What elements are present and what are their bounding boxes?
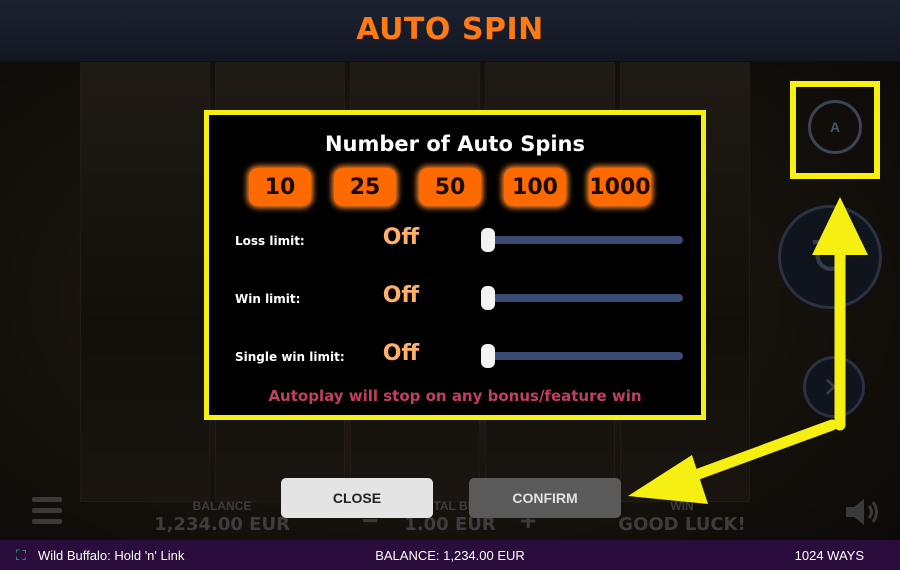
spin-option-1000[interactable]: 1000 <box>589 168 651 206</box>
autoplay-highlight-box <box>790 81 880 179</box>
win-limit-slider-thumb[interactable] <box>481 286 495 310</box>
page-title: AUTO SPIN <box>356 12 544 47</box>
reel-1 <box>80 62 210 502</box>
single-win-limit-label: Single win limit: <box>235 350 345 364</box>
win-limit-label: Win limit: <box>235 292 301 306</box>
autoplay-note: Autoplay will stop on any bonus/feature … <box>268 387 642 405</box>
spin-icon[interactable]: ↻ <box>778 205 882 309</box>
single-win-limit-slider-thumb[interactable] <box>481 344 495 368</box>
loss-limit-slider-thumb[interactable] <box>481 228 495 252</box>
loss-limit-slider-track[interactable] <box>487 236 683 244</box>
spin-option-50[interactable]: 50 <box>419 168 481 206</box>
balance-value: 1,234.00 EUR <box>154 514 290 535</box>
single-win-limit-value: Off <box>382 341 420 366</box>
spin-option-100[interactable]: 100 <box>504 168 566 206</box>
speaker-icon[interactable] <box>842 495 882 529</box>
win-limit-slider-track[interactable] <box>487 294 683 302</box>
balance-label: BALANCE <box>192 499 252 513</box>
top-bar: AUTO SPIN <box>0 0 900 62</box>
loss-limit-value: Off <box>382 225 420 250</box>
status-ways: 1024 WAYS <box>794 547 864 563</box>
win-limit-value: Off <box>382 283 420 308</box>
confirm-button[interactable]: CONFIRM <box>469 478 621 518</box>
dialog-title: Number of Auto Spins <box>324 132 585 156</box>
auto-spin-dialog: Number of Auto Spins 10 25 50 100 1000 L… <box>204 110 706 420</box>
win-label: WIN <box>670 499 694 513</box>
close-button[interactable]: CLOSE <box>281 478 433 518</box>
spin-option-25[interactable]: 25 <box>334 168 396 206</box>
stop-icon[interactable]: ✕ <box>803 356 865 418</box>
single-win-limit-slider-track[interactable] <box>487 352 683 360</box>
menu-icon[interactable] <box>32 497 62 525</box>
status-bar: ⛶ Wild Buffalo: Hold 'n' Link BALANCE: 1… <box>0 540 900 570</box>
win-value: GOOD LUCK! <box>618 514 746 535</box>
loss-limit-label: Loss limit: <box>235 234 305 248</box>
spin-option-10[interactable]: 10 <box>249 168 311 206</box>
status-balance: BALANCE: 1,234.00 EUR <box>375 547 525 563</box>
